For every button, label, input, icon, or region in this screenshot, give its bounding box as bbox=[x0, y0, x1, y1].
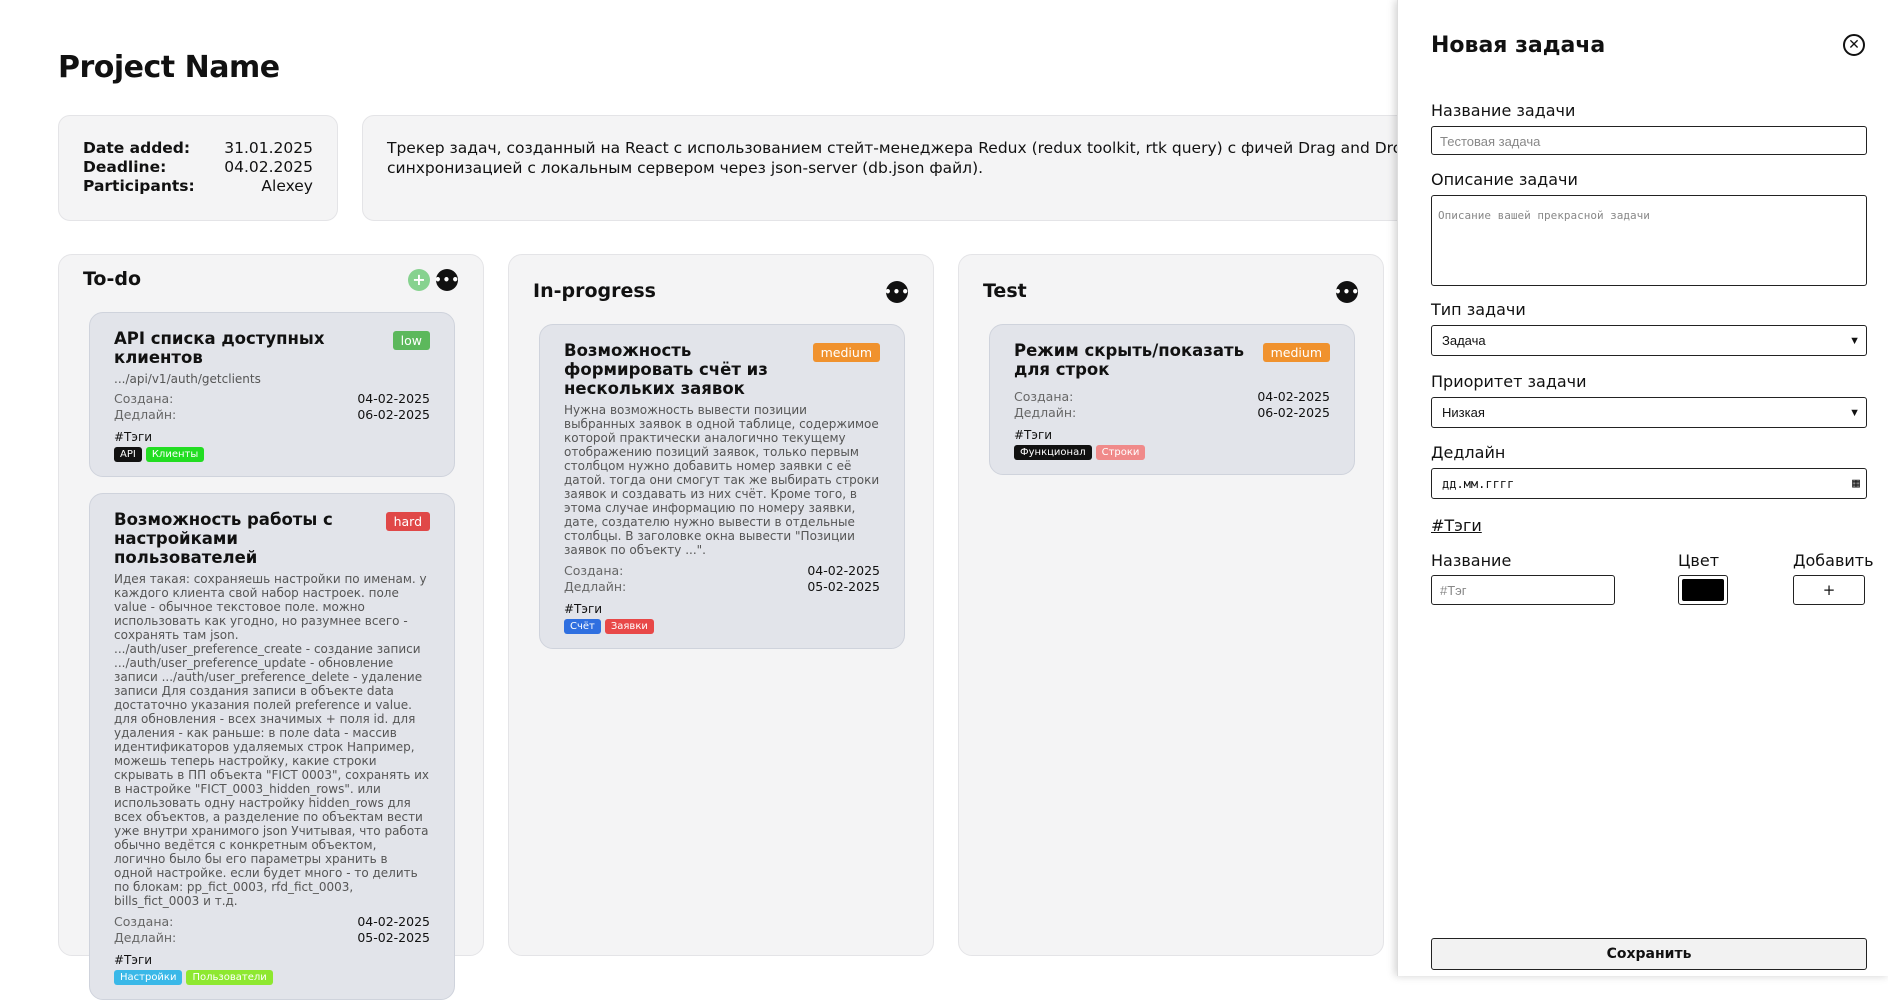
ellipsis-icon[interactable]: ••• bbox=[884, 281, 909, 303]
plus-icon[interactable]: + bbox=[408, 269, 430, 291]
created-label: Создана: bbox=[114, 391, 174, 406]
panel-title: Новая задача bbox=[1431, 33, 1606, 58]
priority-badge: medium bbox=[812, 343, 880, 362]
created-value: 04-02-2025 bbox=[807, 563, 880, 578]
tag: Счёт bbox=[564, 619, 601, 634]
created-label: Создана: bbox=[114, 914, 174, 929]
tag: Настройки bbox=[114, 970, 183, 985]
column-title: Test bbox=[983, 280, 1027, 302]
tags-label: #Тэги bbox=[114, 430, 153, 444]
task-description: .../api/v1/auth/getclients bbox=[114, 372, 261, 386]
priority-badge: hard bbox=[385, 512, 430, 531]
task-title: Режим скрыть/показать для строк bbox=[1014, 341, 1245, 379]
task-title: Возможность работы с настройками пользов… bbox=[114, 510, 333, 567]
column-title: In-progress bbox=[533, 280, 656, 302]
deadline-input[interactable]: дд.мм.гггг ▦ bbox=[1431, 468, 1867, 499]
deadline-value: 05-02-2025 bbox=[357, 929, 430, 945]
task-card[interactable]: Возможность формировать счёт из нескольк… bbox=[539, 324, 905, 649]
task-desc-placeholder: Описание вашей прекрасной задачи bbox=[1438, 209, 1650, 222]
chevron-down-icon: ▼ bbox=[1849, 334, 1860, 347]
task-type-label: Тип задачи bbox=[1431, 300, 1526, 319]
tags-label: #Тэги bbox=[564, 602, 603, 616]
created-value: 04-02-2025 bbox=[357, 914, 430, 929]
task-card[interactable]: Возможность работы с настройками пользов… bbox=[89, 493, 455, 1000]
deadline-label: Дедлайн bbox=[1431, 443, 1506, 462]
column-test: Test ••• Режим скрыть/показать для строк… bbox=[958, 254, 1384, 956]
created-value: 04-02-2025 bbox=[357, 391, 430, 406]
tag-name-input[interactable]: #Тэг bbox=[1431, 575, 1615, 605]
tags-label: #Тэги bbox=[1014, 428, 1053, 442]
task-desc-textarea[interactable]: Описание вашей прекрасной задачи bbox=[1431, 195, 1867, 286]
column-title: To-do bbox=[83, 268, 142, 290]
created-label: Создана: bbox=[564, 563, 624, 578]
project-title: Project Name bbox=[58, 50, 280, 85]
tag-color-picker[interactable] bbox=[1678, 575, 1728, 605]
add-tag-button[interactable]: + bbox=[1793, 575, 1865, 605]
task-name-placeholder: Тестовая задача bbox=[1440, 134, 1541, 149]
priority-label: Приоритет задачи bbox=[1431, 372, 1587, 391]
date-added-label: Date added: bbox=[83, 139, 191, 157]
task-title: Возможность формировать счёт из нескольк… bbox=[564, 341, 768, 398]
tag: Функционал bbox=[1014, 445, 1092, 460]
priority-badge: low bbox=[392, 331, 430, 350]
task-description: Нужна возможность вывести позиции выбран… bbox=[564, 403, 880, 557]
task-title: API списка доступных клиентов bbox=[114, 329, 325, 367]
tag: Клиенты bbox=[145, 447, 205, 462]
chevron-down-icon: ▼ bbox=[1849, 406, 1860, 419]
tag-list: Настройки Пользователи bbox=[114, 970, 430, 985]
deadline-label: Дедлайн: bbox=[1014, 404, 1077, 420]
color-swatch bbox=[1682, 579, 1724, 601]
task-name-input[interactable]: Тестовая задача bbox=[1431, 126, 1867, 155]
save-button[interactable]: Сохранить bbox=[1431, 938, 1867, 970]
column-in-progress: In-progress ••• Возможность формировать … bbox=[508, 254, 934, 956]
deadline-value: 04.02.2025 bbox=[224, 158, 313, 176]
tag-name-placeholder: #Тэг bbox=[1440, 583, 1467, 598]
tag-add-label: Добавить bbox=[1793, 551, 1874, 570]
deadline-value: 06-02-2025 bbox=[357, 406, 430, 422]
tag: API bbox=[114, 447, 142, 462]
deadline-label: Дедлайн: bbox=[564, 578, 627, 594]
date-added-value: 31.01.2025 bbox=[224, 139, 313, 157]
task-card[interactable]: Режим скрыть/показать для строк medium С… bbox=[989, 324, 1355, 475]
task-card[interactable]: API списка доступных клиентов low .../ap… bbox=[89, 312, 455, 477]
created-label: Создана: bbox=[1014, 389, 1074, 404]
participants-label: Participants: bbox=[83, 177, 195, 195]
tag-name-label: Название bbox=[1431, 551, 1512, 570]
deadline-value: 05-02-2025 bbox=[807, 578, 880, 594]
deadline-label: Дедлайн: bbox=[114, 406, 177, 422]
tag-list: Счёт Заявки bbox=[564, 619, 880, 634]
priority-badge: medium bbox=[1262, 343, 1330, 362]
tag: Строки bbox=[1095, 445, 1146, 460]
tag-list: Функционал Строки bbox=[1014, 445, 1330, 460]
tag: Пользователи bbox=[186, 970, 273, 985]
column-todo: To-do + ••• API списка доступных клиенто… bbox=[58, 254, 484, 1000]
task-description: Идея такая: сохраняешь настройки по имен… bbox=[114, 572, 430, 908]
close-icon[interactable]: ✕ bbox=[1843, 34, 1865, 56]
deadline-placeholder: дд.мм.гггг bbox=[1442, 476, 1515, 491]
ellipsis-icon[interactable]: ••• bbox=[1334, 281, 1359, 303]
tag-color-label: Цвет bbox=[1678, 551, 1720, 570]
tags-link[interactable]: #Тэги bbox=[1431, 516, 1482, 535]
priority-value: Низкая bbox=[1442, 405, 1485, 420]
participants-value: Alexey bbox=[261, 177, 313, 195]
task-desc-label: Описание задачи bbox=[1431, 170, 1578, 189]
tag: Заявки bbox=[604, 619, 654, 634]
task-type-select[interactable]: Задача ▼ bbox=[1431, 325, 1867, 356]
deadline-value: 06-02-2025 bbox=[1257, 404, 1330, 420]
created-value: 04-02-2025 bbox=[1257, 389, 1330, 404]
new-task-panel: Новая задача ✕ Название задачи Тестовая … bbox=[1397, 0, 1888, 976]
task-name-label: Название задачи bbox=[1431, 101, 1576, 120]
deadline-label: Дедлайн: bbox=[114, 929, 177, 945]
ellipsis-icon[interactable]: ••• bbox=[434, 269, 459, 291]
deadline-label: Deadline: bbox=[83, 158, 167, 176]
task-type-value: Задача bbox=[1442, 333, 1486, 348]
priority-select[interactable]: Низкая ▼ bbox=[1431, 397, 1867, 428]
project-info: Date added: 31.01.2025 Deadline: 04.02.202… bbox=[58, 115, 338, 221]
tags-label: #Тэги bbox=[114, 953, 153, 967]
calendar-icon[interactable]: ▦ bbox=[1852, 476, 1860, 491]
tag-list: API Клиенты bbox=[114, 447, 430, 462]
